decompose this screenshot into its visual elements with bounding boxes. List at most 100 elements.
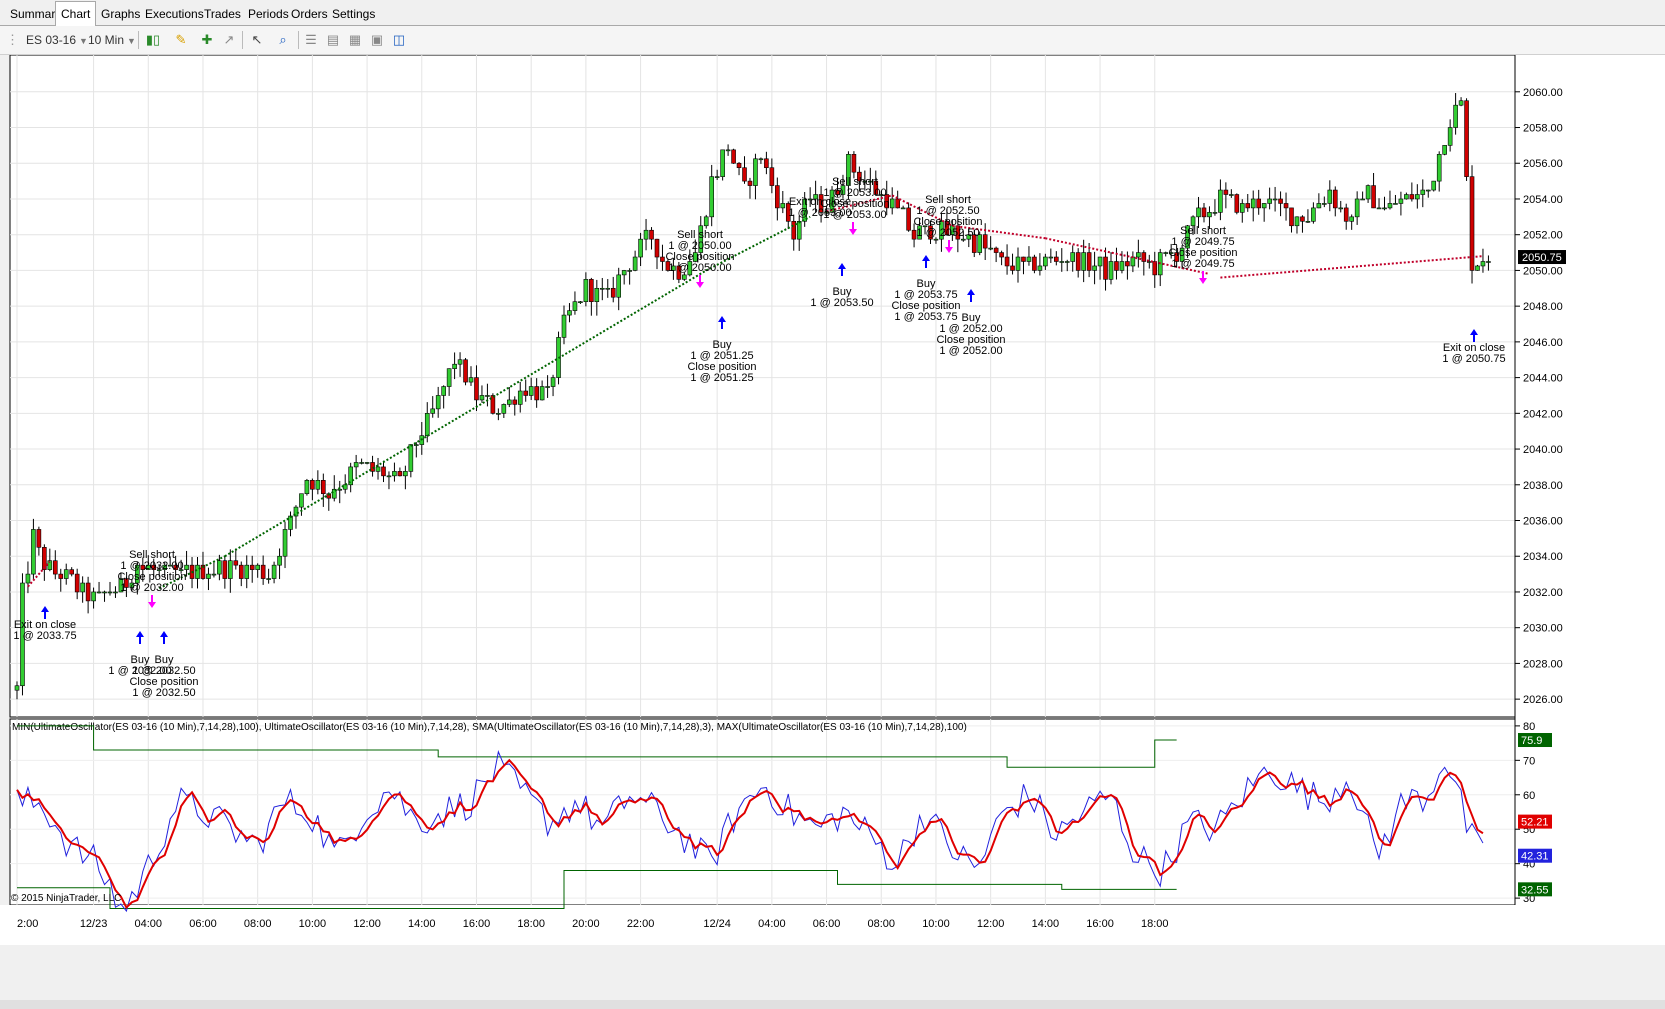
candle-down <box>1464 100 1469 177</box>
candle-up <box>1064 261 1070 263</box>
candle-up <box>753 158 758 186</box>
candle-up <box>1146 261 1152 263</box>
candle-up <box>583 279 589 302</box>
candle-up <box>1015 256 1021 271</box>
candle-up <box>1229 194 1234 196</box>
candle-down <box>1201 207 1207 218</box>
candle-up <box>1354 198 1360 218</box>
time-tick-label: 04:00 <box>758 918 786 930</box>
candle-down <box>1103 256 1108 280</box>
status-strip <box>0 1000 1665 1009</box>
candle-up <box>1311 207 1316 222</box>
candle-up <box>1480 261 1486 267</box>
trade-exit-price: 1 @ 2032.00 <box>120 582 183 594</box>
candle-up <box>900 207 906 210</box>
candle-down <box>1223 189 1229 195</box>
candle-down <box>999 252 1004 258</box>
toolbar-divider <box>138 31 139 49</box>
candle-up <box>627 270 632 272</box>
trade-exit-price: 1 @ 2049.75 <box>1171 258 1234 270</box>
toolbar-divider <box>298 31 299 49</box>
cursor-pointer-icon[interactable]: ↖ <box>248 31 266 49</box>
chart-area[interactable]: 2:00 12/23 04:00 06:00 08:00 10:00 12:00 14:00 1… <box>0 55 1665 1000</box>
price-tick-label: 2026.00 <box>1523 694 1563 706</box>
data-box-icon[interactable]: ▣ <box>368 31 386 49</box>
tab-graphs[interactable]: Graphs <box>96 4 145 24</box>
candle-up <box>933 238 939 241</box>
osc-value-label: 52.21 <box>1521 817 1549 829</box>
candle-down <box>321 480 326 495</box>
last-price-label: 2050.75 <box>1522 252 1562 264</box>
trade-exit-price: 1 @ 2053.75 <box>894 311 957 323</box>
candle-down <box>1086 252 1092 271</box>
candle-up <box>709 176 714 218</box>
candle-down <box>1114 261 1119 271</box>
candle-up <box>1486 261 1491 263</box>
candle-up <box>1360 198 1365 201</box>
candle-down <box>512 399 518 405</box>
candle-up <box>299 493 304 508</box>
candle-down <box>74 573 80 593</box>
candle-up <box>1420 189 1426 195</box>
candle-down <box>731 149 736 164</box>
candle-up <box>1026 256 1032 262</box>
time-tick-label: 20:00 <box>572 918 600 930</box>
period-label: 10 Min <box>88 33 125 47</box>
candle-down <box>222 560 228 579</box>
candle-down <box>238 564 244 579</box>
zoom-icon[interactable]: ⌕ <box>274 31 292 49</box>
candle-up <box>758 158 764 161</box>
time-tick-label: 12:00 <box>977 918 1005 930</box>
candle-down <box>1409 194 1415 200</box>
time-tick-label: 10:00 <box>922 918 950 930</box>
strategies-icon[interactable]: ▦ <box>346 31 364 49</box>
candle-up <box>342 484 348 490</box>
candle-up <box>1376 207 1382 210</box>
grip-icon[interactable]: ⋮ <box>6 31 19 49</box>
candle-up <box>282 529 288 557</box>
indicators-icon[interactable]: ▤ <box>324 31 342 49</box>
candle-up <box>91 591 96 602</box>
measure-icon[interactable]: ↗ <box>220 31 238 49</box>
candle-up <box>1218 189 1223 213</box>
price-tick-label: 2036.00 <box>1523 516 1563 528</box>
candle-up <box>616 274 622 298</box>
exit-on-close-price: 1 @ 2050.75 <box>1442 353 1505 365</box>
instrument-selector[interactable]: ES 03-16 ▼ <box>26 31 88 49</box>
candle-up <box>1338 207 1344 210</box>
candle-up <box>211 573 217 576</box>
price-tick-label: 2058.00 <box>1523 123 1563 135</box>
candle-up <box>435 395 441 410</box>
pencil-draw-icon[interactable]: ✎ <box>172 31 190 49</box>
tab-orders[interactable]: Orders <box>286 4 333 24</box>
tab-settings[interactable]: Settings <box>327 4 380 24</box>
tab-trades[interactable]: Trades <box>199 4 246 24</box>
candle-up <box>386 475 392 478</box>
time-tick-label: 08:00 <box>867 918 895 930</box>
instrument-label: ES 03-16 <box>26 33 77 47</box>
tab-chart[interactable]: Chart <box>55 1 97 27</box>
time-tick-label: 10:00 <box>299 918 327 930</box>
candlestick-style-icon[interactable]: ▮▯ <box>144 31 162 49</box>
properties-icon[interactable]: ☰ <box>302 31 320 49</box>
price-tick-label: 2042.00 <box>1523 408 1563 420</box>
candle-up <box>1092 265 1097 271</box>
candle-up <box>703 216 709 227</box>
candle-up <box>1447 127 1453 146</box>
crosshair-icon[interactable]: ✚ <box>198 31 216 49</box>
candle-up <box>1108 261 1114 280</box>
panels-icon[interactable]: ◫ <box>390 31 408 49</box>
candle-down <box>610 287 616 298</box>
candle-down <box>982 234 988 249</box>
candle-up <box>1070 252 1076 262</box>
period-selector[interactable]: 10 Min ▼ <box>88 31 136 49</box>
candle-down <box>1075 252 1081 271</box>
price-tick-label: 2046.00 <box>1523 337 1563 349</box>
price-tick-label: 2056.00 <box>1523 158 1563 170</box>
candle-up <box>1387 203 1393 209</box>
candle-up <box>621 270 627 276</box>
trade-exit-price: 1 @ 2052.00 <box>939 345 1002 357</box>
candle-down <box>1256 198 1261 209</box>
candle-up <box>403 471 408 477</box>
candle-up <box>638 238 643 258</box>
